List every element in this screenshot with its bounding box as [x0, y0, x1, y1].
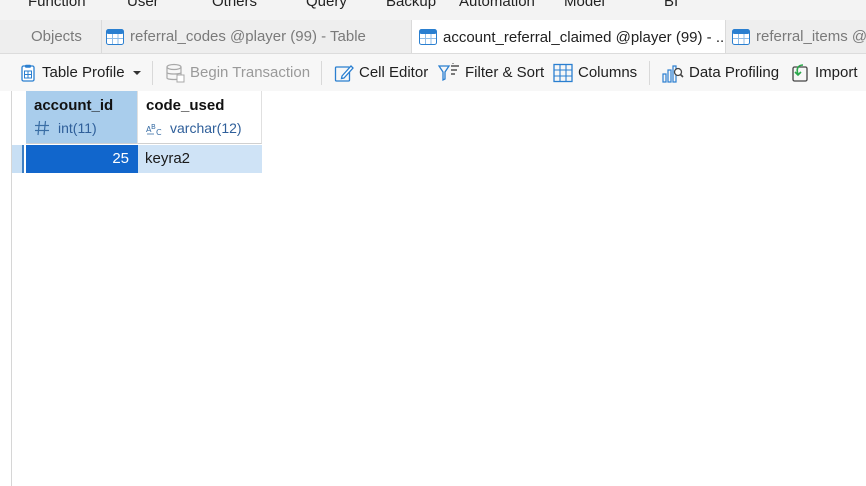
menu-function[interactable]: Function [28, 0, 86, 10]
columns-grid-icon [553, 63, 573, 82]
cell-account-id[interactable]: 25 [26, 145, 138, 173]
menu-bi[interactable]: BI [664, 0, 678, 10]
column-name: account_id [34, 97, 114, 114]
table-icon [732, 28, 750, 45]
pencil-edit-icon [334, 64, 354, 82]
table-profile-icon [21, 64, 35, 82]
import-label: Import [815, 64, 858, 81]
tab-label: referral_codes @player (99) - Table [130, 28, 366, 45]
tab-objects[interactable]: Objects [12, 20, 102, 53]
data-profiling-icon [662, 64, 684, 83]
table-row[interactable]: 25 keyra2 [12, 145, 262, 173]
main-menu: Function User Others Query Backup Automa… [0, 0, 866, 20]
tab-referral-codes[interactable]: referral_codes @player (99) - Table [102, 20, 412, 53]
tab-label: account_referral_claimed @player (99) - … [443, 28, 726, 46]
cell-editor-button[interactable]: Cell Editor [334, 54, 428, 91]
menu-query[interactable]: Query [306, 0, 347, 10]
svg-text:C: C [156, 128, 162, 136]
data-grid: account_id int(11) code_used A B C varch… [0, 91, 866, 486]
columns-label: Columns [578, 64, 638, 81]
tab-label: Objects [31, 28, 82, 45]
menu-automation[interactable]: Automation [459, 0, 535, 10]
column-name: code_used [146, 97, 225, 114]
toolbar-separator [152, 61, 153, 85]
tab-account-referral-claimed[interactable]: account_referral_claimed @player (99) - … [412, 20, 726, 53]
data-profiling-label: Data Profiling [689, 64, 780, 81]
column-header-account-id[interactable]: account_id int(11) [26, 91, 138, 144]
filter-sort-label: Filter & Sort [465, 64, 545, 81]
column-type: int(11) [34, 120, 97, 136]
text-abc-icon: A B C [146, 123, 162, 136]
toolbar-separator [321, 61, 322, 85]
database-icon [166, 63, 185, 82]
row-selection-indicator [22, 145, 24, 173]
cell-code-used[interactable]: keyra2 [138, 145, 262, 173]
menu-user[interactable]: User [127, 0, 159, 10]
import-button[interactable]: Import [790, 54, 858, 91]
toolbar: Table Profile Begin Transaction Cell Edi… [0, 54, 866, 92]
menu-backup[interactable]: Backup [386, 0, 436, 10]
column-type-label: int(11) [58, 120, 97, 136]
toolbar-separator [649, 61, 650, 85]
begin-transaction-label: Begin Transaction [190, 64, 311, 81]
import-icon [792, 63, 808, 82]
table-profile-button[interactable]: Table Profile [19, 54, 143, 91]
columns-button[interactable]: Columns [553, 54, 637, 91]
data-profiling-button[interactable]: Data Profiling [662, 54, 779, 91]
tab-label: referral_items @p [756, 28, 866, 45]
menu-model[interactable]: Model [564, 0, 605, 10]
cell-editor-label: Cell Editor [359, 64, 429, 81]
chevron-down-icon[interactable] [131, 68, 143, 78]
menu-others[interactable]: Others [212, 0, 257, 10]
filter-sort-button[interactable]: Filter & Sort [438, 54, 544, 91]
column-type: A B C varchar(12) [146, 120, 242, 136]
column-type-label: varchar(12) [170, 120, 242, 136]
table-icon [106, 28, 124, 45]
tab-bar: Objects referral_codes @player (99) - Ta… [0, 20, 866, 54]
table-profile-label: Table Profile [42, 64, 125, 81]
filter-sort-icon [438, 62, 459, 81]
table-icon [419, 29, 437, 45]
tab-referral-items[interactable]: referral_items @p [726, 20, 866, 53]
begin-transaction-button[interactable]: Begin Transaction [165, 54, 310, 91]
column-header-code-used[interactable]: code_used A B C varchar(12) [138, 91, 262, 144]
number-hash-icon [35, 120, 49, 136]
